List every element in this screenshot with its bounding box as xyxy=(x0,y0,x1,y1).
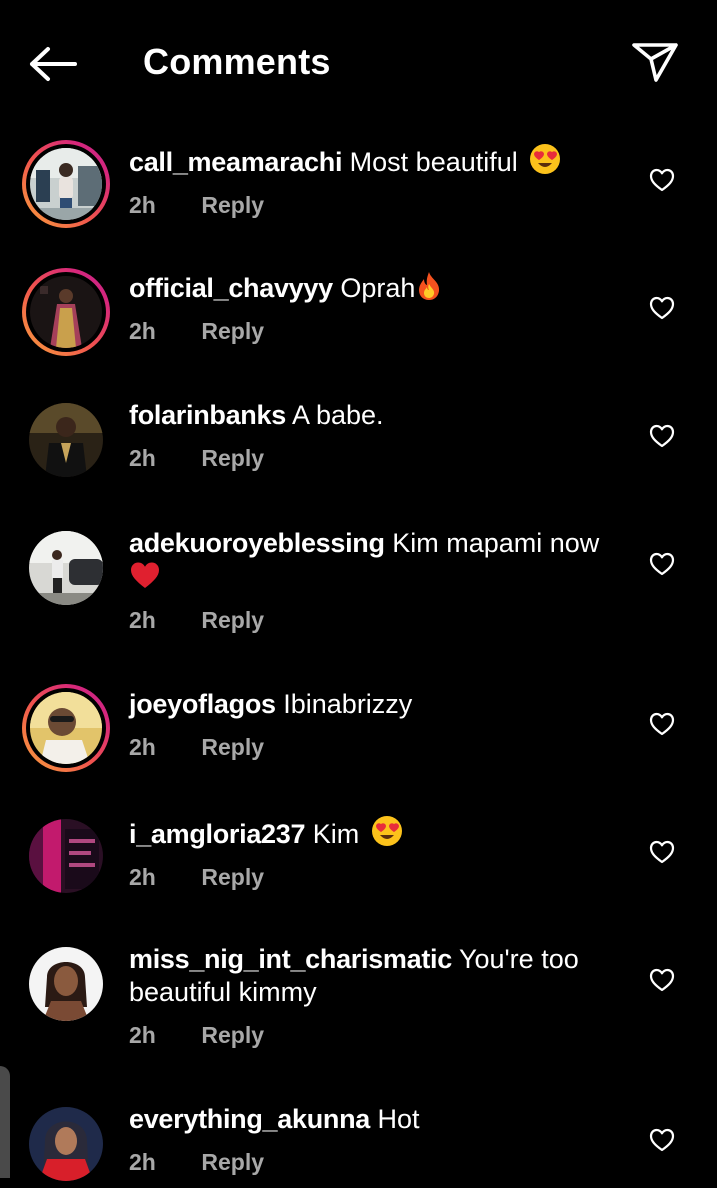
comment-text: Kim mapami now xyxy=(392,528,600,558)
like-button[interactable] xyxy=(646,420,678,452)
reply-button[interactable]: Reply xyxy=(201,445,264,471)
comment-text: A babe. xyxy=(291,400,384,430)
comment-time: 2h xyxy=(129,1022,156,1048)
heart-outline-icon xyxy=(649,968,675,992)
heart-outline-icon xyxy=(649,552,675,576)
reply-button[interactable]: Reply xyxy=(201,607,264,633)
comment-list: call_meamarachi Most beautiful 2h Reply xyxy=(0,0,717,1181)
avatar-photo xyxy=(29,947,103,1021)
comment-time: 2h xyxy=(129,445,156,471)
comment-text: Oprah xyxy=(340,273,416,303)
heart-eyes-emoji-icon xyxy=(530,144,561,174)
comment-time: 2h xyxy=(129,192,156,218)
comment-username[interactable]: everything_akunna xyxy=(129,1104,370,1134)
avatar[interactable] xyxy=(22,524,110,612)
avatar-photo xyxy=(29,403,103,477)
avatar-photo xyxy=(29,819,103,893)
reply-button[interactable]: Reply xyxy=(201,864,264,890)
comment-username[interactable]: adekuoroyeblessing xyxy=(129,528,385,558)
comment-username[interactable]: call_meamarachi xyxy=(129,147,342,177)
like-button[interactable] xyxy=(646,548,678,580)
like-button[interactable] xyxy=(646,1124,678,1156)
comment-time: 2h xyxy=(129,1149,156,1175)
red-heart-emoji-icon xyxy=(131,562,159,588)
comment-text: Ibinabrizzy xyxy=(283,689,413,719)
avatar[interactable] xyxy=(22,140,110,228)
heart-outline-icon xyxy=(649,296,675,320)
reply-button[interactable]: Reply xyxy=(201,734,264,760)
avatar[interactable] xyxy=(22,268,110,356)
heart-outline-icon xyxy=(649,840,675,864)
avatar-photo xyxy=(29,531,103,605)
heart-outline-icon xyxy=(649,168,675,192)
reply-button[interactable]: Reply xyxy=(201,1149,264,1175)
comment-text: Most beautiful xyxy=(349,147,518,177)
like-button[interactable] xyxy=(646,292,678,324)
avatar-photo xyxy=(30,276,102,348)
comment-username[interactable]: miss_nig_int_charismatic xyxy=(129,944,452,974)
comment-username[interactable]: joeyoflagos xyxy=(129,689,276,719)
heart-outline-icon xyxy=(649,712,675,736)
comment-text-continued: beautiful kimmy xyxy=(129,977,317,1007)
comment-text: You're too xyxy=(458,944,579,974)
avatar[interactable] xyxy=(22,940,110,1028)
reply-button[interactable]: Reply xyxy=(201,192,264,218)
comment-username[interactable]: official_chavyyy xyxy=(129,273,333,303)
avatar-photo xyxy=(29,1107,103,1181)
comment-time: 2h xyxy=(129,734,156,760)
comment-username[interactable]: folarinbanks xyxy=(129,400,286,430)
comment-username[interactable]: i_amgloria237 xyxy=(129,819,306,849)
reply-button[interactable]: Reply xyxy=(201,318,264,344)
like-button[interactable] xyxy=(646,964,678,996)
avatar-photo xyxy=(30,692,102,764)
comment-time: 2h xyxy=(129,864,156,890)
comment-time: 2h xyxy=(129,318,156,344)
comment-text: Hot xyxy=(377,1104,420,1134)
heart-eyes-emoji-icon xyxy=(371,816,402,846)
like-button[interactable] xyxy=(646,164,678,196)
avatar[interactable] xyxy=(22,684,110,772)
like-button[interactable] xyxy=(646,708,678,740)
comment-time: 2h xyxy=(129,607,156,633)
avatar[interactable] xyxy=(22,396,110,484)
avatar[interactable] xyxy=(22,812,110,900)
edge-handle[interactable] xyxy=(0,1066,10,1178)
reply-button[interactable]: Reply xyxy=(201,1022,264,1048)
avatar-photo xyxy=(30,148,102,220)
fire-emoji-icon xyxy=(419,272,440,300)
avatar[interactable] xyxy=(22,1100,110,1188)
like-button[interactable] xyxy=(646,836,678,868)
comment-text: Kim xyxy=(312,819,360,849)
heart-outline-icon xyxy=(649,1128,675,1152)
heart-outline-icon xyxy=(649,424,675,448)
